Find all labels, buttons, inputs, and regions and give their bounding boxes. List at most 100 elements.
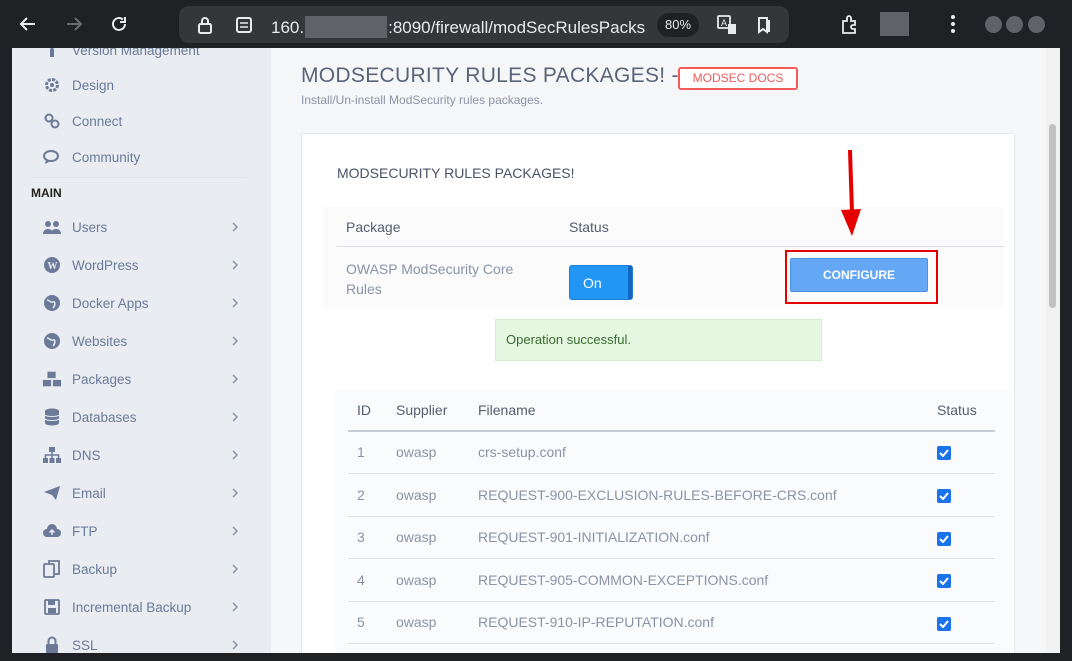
version-icon: [42, 48, 62, 60]
checkmark-icon: [939, 492, 949, 500]
sidebar-item-packages[interactable]: Packages: [12, 361, 271, 397]
rule-id: 4: [357, 572, 365, 588]
rules-table: ID Supplier Filename Status 1 owasp crs-…: [335, 390, 1011, 653]
rule-status-checkbox[interactable]: [937, 489, 951, 503]
page-title: MODSECURITY RULES PACKAGES! -: [301, 64, 679, 87]
rule-filename: REQUEST-905-COMMON-EXCEPTIONS.conf: [478, 572, 769, 588]
row-divider: [348, 601, 995, 602]
toggle-label: On: [583, 275, 602, 291]
chevron-right-icon: [232, 374, 239, 384]
package-status-toggle[interactable]: On: [569, 265, 633, 300]
row-divider: [348, 643, 995, 644]
window-bottom-edge: [0, 653, 1072, 661]
checkmark-icon: [939, 577, 949, 585]
chevron-right-icon: [232, 488, 239, 498]
browser-toolbar: 160.:8090/firewall/modSecRulesPacks 80% …: [0, 0, 1072, 48]
rule-id: 2: [357, 487, 365, 503]
sidebar-item-databases[interactable]: Databases: [12, 399, 271, 435]
sidebar-item-ftp[interactable]: FTP: [12, 513, 271, 549]
globe-icon: [42, 331, 62, 351]
sidebar-item-ssl[interactable]: SSL: [12, 627, 271, 653]
bookmark-icon[interactable]: [754, 15, 774, 35]
sitemap-icon: [42, 445, 62, 465]
profile-avatar[interactable]: [880, 12, 909, 36]
save-icon: [42, 597, 62, 617]
users-icon: [42, 217, 62, 237]
rule-supplier: owasp: [396, 572, 437, 588]
page-scrollbar[interactable]: [1046, 48, 1060, 653]
sidebar-item-email[interactable]: Email: [12, 475, 271, 511]
column-header-filename: Filename: [478, 402, 536, 418]
chevron-right-icon: [232, 526, 239, 536]
rule-status-checkbox[interactable]: [937, 532, 951, 546]
column-header-status: Status: [569, 219, 609, 235]
chevron-right-icon: [232, 222, 239, 232]
sidebar-item-wordpress[interactable]: W WordPress: [12, 247, 271, 283]
sidebar-item-incremental-backup[interactable]: Incremental Backup: [12, 589, 271, 625]
svg-text:A: A: [721, 18, 727, 28]
database-icon: [42, 407, 62, 427]
table-divider: [337, 246, 1005, 247]
rule-status-checkbox[interactable]: [937, 446, 951, 460]
page-subtitle: Install/Un-install ModSecurity rules pac…: [301, 93, 544, 107]
reload-button[interactable]: [107, 12, 131, 36]
address-bar[interactable]: 160.:8090/firewall/modSecRulesPacks 80% …: [179, 6, 789, 43]
rule-status-checkbox[interactable]: [937, 617, 951, 631]
sidebar-divider: [32, 177, 247, 178]
close-window-button[interactable]: [1028, 16, 1045, 33]
back-button[interactable]: [16, 12, 40, 36]
cubes-icon: [42, 369, 62, 389]
sidebar-item-label: SSL: [72, 637, 98, 653]
more-menu-icon[interactable]: [950, 14, 956, 34]
sidebar-item-version-management[interactable]: Version Management: [12, 48, 271, 68]
rule-filename: crs-setup.conf: [478, 444, 566, 460]
globe-icon: [42, 293, 62, 313]
chevron-right-icon: [232, 412, 239, 422]
chevron-right-icon: [232, 564, 239, 574]
sidebar-item-design[interactable]: Design: [12, 67, 271, 103]
arrow-right-icon: [67, 17, 83, 31]
sidebar-item-connect[interactable]: Connect: [12, 103, 271, 139]
sidebar-item-websites[interactable]: Websites: [12, 323, 271, 359]
window-edge: [1060, 48, 1072, 653]
site-settings-icon[interactable]: [235, 16, 253, 34]
scrollbar-thumb[interactable]: [1049, 124, 1056, 308]
column-header-package: Package: [346, 219, 401, 235]
sidebar-item-community[interactable]: Community: [12, 139, 271, 175]
sidebar-item-label: Websites: [72, 333, 128, 349]
minimize-button[interactable]: [985, 16, 1002, 33]
sidebar-item-label: Version Management: [72, 48, 200, 58]
chat-icon: [42, 147, 62, 167]
translate-icon[interactable]: A: [716, 14, 738, 36]
rule-filename: REQUEST-910-IP-REPUTATION.conf: [478, 614, 714, 630]
configure-button[interactable]: CONFIGURE: [790, 258, 928, 292]
sidebar-item-backup[interactable]: Backup: [12, 551, 271, 587]
redacted-ip: [305, 16, 388, 38]
chevron-right-icon: [232, 298, 239, 308]
wordpress-icon: W: [42, 255, 62, 275]
maximize-button[interactable]: [1006, 16, 1023, 33]
page-viewport: Version Management Design Connect Commun…: [12, 48, 1060, 653]
svg-text:W: W: [48, 261, 58, 272]
column-header-id: ID: [357, 402, 371, 418]
sidebar-item-docker-apps[interactable]: Docker Apps: [12, 285, 271, 321]
sidebar-item-label: Design: [72, 77, 115, 93]
rule-supplier: owasp: [396, 529, 437, 545]
gear-icon: [42, 75, 62, 95]
rule-supplier: owasp: [396, 487, 437, 503]
card-title: MODSECURITY RULES PACKAGES!: [337, 165, 575, 181]
rule-supplier: owasp: [396, 444, 437, 460]
sidebar-item-users[interactable]: Users: [12, 209, 271, 245]
column-header-supplier: Supplier: [396, 402, 448, 418]
row-divider: [348, 473, 995, 474]
sidebar-item-dns[interactable]: DNS: [12, 437, 271, 473]
checkmark-icon: [939, 449, 949, 457]
forward-button[interactable]: [62, 12, 86, 36]
extensions-icon[interactable]: [839, 13, 861, 35]
sidebar-item-label: Email: [72, 485, 106, 501]
modsec-docs-button[interactable]: MODSEC DOCS: [678, 67, 798, 90]
zoom-indicator[interactable]: 80%: [657, 13, 699, 37]
rule-status-checkbox[interactable]: [937, 574, 951, 588]
sidebar: Version Management Design Connect Commun…: [12, 48, 271, 653]
main-content: MODSECURITY RULES PACKAGES! - MODSEC DOC…: [271, 48, 1046, 653]
